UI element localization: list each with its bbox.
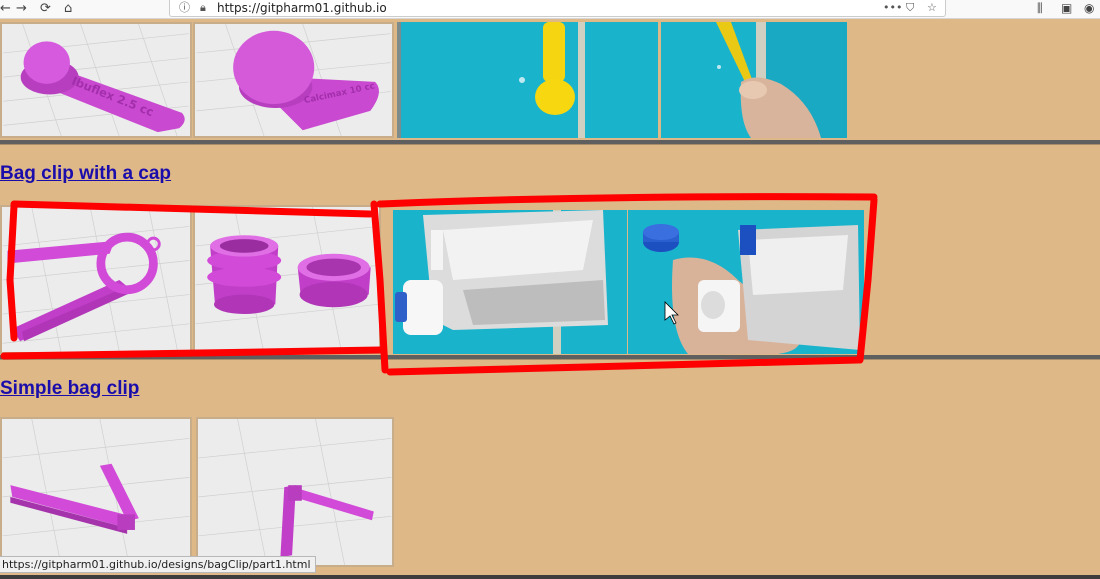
- info-icon[interactable]: ⓘ: [179, 0, 190, 16]
- bag-clip-model-thumbnail[interactable]: [0, 205, 192, 354]
- forward-button[interactable]: →: [16, 0, 27, 17]
- sidebar-icon[interactable]: ▣: [1061, 0, 1072, 17]
- back-button[interactable]: ←: [0, 0, 11, 17]
- browser-toolbar: ← → ⟳ ⌂ ⓘ 🔒︎ https://gitpharm01.github.i…: [0, 0, 1100, 19]
- spoon-model-render-1: Ibuflex 2.5 cc: [3, 24, 189, 136]
- spoon-model-thumbnail-2[interactable]: Calcimax 10 cc: [193, 22, 394, 138]
- url-bar[interactable]: ⓘ 🔒︎ https://gitpharm01.github.io ••• ⛉ …: [169, 0, 946, 17]
- home-button[interactable]: ⌂: [64, 0, 72, 17]
- simple-clip-model-thumbnail-1[interactable]: [0, 417, 192, 567]
- simple-clip-model-thumbnail-2[interactable]: [196, 417, 394, 567]
- star-icon[interactable]: ☆: [927, 0, 937, 16]
- horizontal-rule: [0, 355, 1100, 360]
- simple-clip-model-render-1: [2, 419, 190, 565]
- horizontal-rule: [0, 140, 1100, 145]
- spoon-photo-thumbnail-2[interactable]: [661, 22, 847, 138]
- more-dots-icon[interactable]: •••: [883, 0, 902, 16]
- bag-clip-photo-1[interactable]: [393, 210, 627, 354]
- bag-clip-photo-render-2: [628, 210, 864, 354]
- bag-clip-photo-2[interactable]: [628, 210, 864, 354]
- spoon-photo-thumbnail-1[interactable]: [397, 22, 658, 138]
- bag-clip-photo-render-1: [393, 210, 627, 354]
- account-icon[interactable]: ◉: [1084, 0, 1094, 17]
- simple-bag-clip-link[interactable]: Simple bag clip: [0, 378, 139, 400]
- lock-icon: 🔒︎: [200, 1, 206, 14]
- spoon-model-thumbnail-1[interactable]: Ibuflex 2.5 cc: [0, 22, 192, 138]
- library-icon[interactable]: ⫼: [1037, 0, 1043, 17]
- reload-button[interactable]: ⟳: [40, 0, 51, 17]
- link-status-bar: https://gitpharm01.github.io/designs/bag…: [0, 556, 316, 573]
- bottom-edge: [0, 575, 1100, 579]
- spoon-model-render-2: Calcimax 10 cc: [196, 24, 391, 136]
- spoon-photo-1: [397, 22, 658, 138]
- url-text[interactable]: https://gitpharm01.github.io: [217, 0, 387, 16]
- spoon-photo-2: [661, 22, 847, 138]
- simple-clip-model-render-2: [198, 419, 392, 565]
- pocket-icon[interactable]: ⛉: [906, 0, 914, 16]
- cap-model-render: [195, 207, 379, 352]
- cap-model-thumbnail[interactable]: [193, 205, 381, 354]
- bag-clip-with-cap-link[interactable]: Bag clip with a cap: [0, 163, 171, 185]
- bag-clip-model-render: [2, 207, 190, 352]
